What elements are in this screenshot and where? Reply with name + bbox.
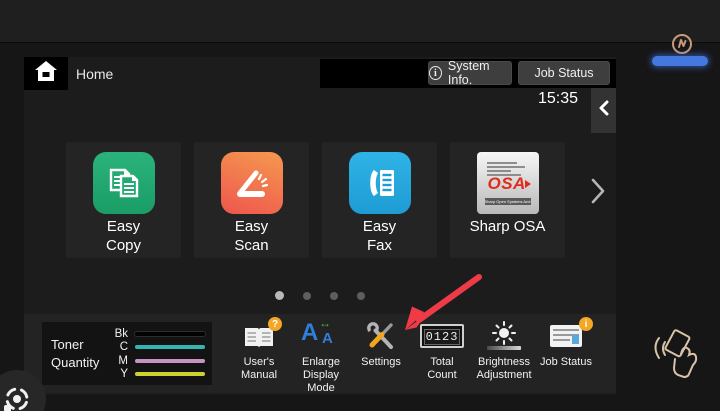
brightness-icon (487, 321, 521, 350)
enlarge-display-mode-label: Enlarge Display Mode (288, 356, 354, 396)
users-manual-label: User's Manual (226, 356, 292, 382)
home-button[interactable] (24, 57, 68, 90)
letter-a-large: A (301, 321, 318, 345)
clock: 15:35 (538, 90, 578, 108)
letter-a-small: A (322, 331, 333, 346)
total-count-button[interactable]: 0123 Total Count (409, 321, 475, 382)
page-dot-3[interactable] (330, 292, 338, 300)
toner-label-m: M (104, 355, 128, 367)
page-dot-1[interactable] (275, 291, 284, 300)
easy-fax-icon (349, 152, 411, 214)
system-info-button[interactable]: i System Info. (428, 61, 512, 85)
enlarge-display-mode-button[interactable]: A ↔ A Enlarge Display Mode (288, 321, 354, 396)
home-icon (34, 60, 58, 87)
toner-bar-cyan (135, 345, 205, 349)
job-status-toolbar-label: Job Status (533, 356, 599, 369)
brightness-adjustment-label: Brightness Adjustment (471, 356, 537, 382)
touchscreen-display: Home i System Info. Job Status 15:35 (24, 57, 616, 395)
total-count-icon: 0123 (420, 324, 465, 348)
easy-fax-label: Easy Fax (322, 218, 437, 256)
bottom-toolbar: Toner Quantity Bk C M Y (24, 314, 616, 393)
info-icon: i (429, 66, 442, 80)
tile-sharp-osa[interactable]: OSA Sharp Open Systems Architecture Shar… (450, 142, 565, 258)
settings-label: Settings (348, 356, 414, 369)
device-bezel-top (0, 0, 720, 43)
system-info-label: System Info. (448, 59, 511, 87)
tile-easy-copy[interactable]: Easy Copy (66, 142, 181, 258)
toner-row-magenta: M (104, 354, 205, 368)
toner-label-c: C (104, 341, 128, 353)
page-dot-4[interactable] (357, 292, 365, 300)
page-indicator (24, 291, 616, 300)
settings-icon (365, 321, 397, 356)
easy-copy-icon (93, 152, 155, 214)
tile-easy-fax[interactable]: Easy Fax (322, 142, 437, 258)
settings-button[interactable]: Settings (348, 321, 414, 369)
chevron-left-icon (599, 100, 609, 121)
easy-scan-label: Easy Scan (194, 218, 309, 256)
toner-quantity-title: Toner Quantity (51, 336, 99, 371)
toner-bar-black (135, 332, 205, 336)
question-badge-icon: ? (268, 317, 282, 331)
enlarge-display-icon: A ↔ A (301, 321, 341, 351)
next-page-button[interactable] (584, 175, 612, 211)
toner-label-y: Y (104, 368, 128, 380)
status-led (652, 56, 708, 66)
info-badge-icon: i (579, 317, 593, 331)
toner-row-cyan: C (104, 341, 205, 355)
toner-row-yellow: Y (104, 368, 205, 382)
brightness-adjustment-button[interactable]: Brightness Adjustment (471, 321, 537, 382)
total-count-label: Total Count (409, 356, 475, 382)
toner-row-black: Bk (104, 327, 205, 341)
job-status-header-button[interactable]: Job Status (518, 61, 610, 85)
chevron-right-icon (590, 177, 606, 210)
toner-bar-magenta (135, 359, 205, 363)
easy-copy-label: Easy Copy (66, 218, 181, 256)
osa-caption: Sharp Open Systems Architecture (485, 198, 531, 205)
tile-easy-scan[interactable]: Easy Scan (194, 142, 309, 258)
easy-scan-icon (221, 152, 283, 214)
nfc-touch-area-icon (653, 320, 705, 387)
sharp-osa-icon: OSA Sharp Open Systems Architecture (477, 152, 539, 214)
toner-bar-yellow (135, 372, 205, 376)
osa-caret-icon (525, 180, 531, 188)
users-manual-button[interactable]: ? User's Manual (226, 321, 292, 382)
toner-label-bk: Bk (104, 328, 128, 340)
counter-digits: 0123 (424, 329, 461, 345)
job-status-header-label: Job Status (534, 66, 593, 80)
page-title: Home (76, 66, 113, 82)
resize-arrow-icon: ↔ (319, 316, 331, 330)
page-dot-2[interactable] (303, 292, 311, 300)
collapse-panel-button[interactable] (591, 88, 616, 133)
brightness-gradient-bar (487, 346, 521, 350)
osa-wordmark: OSA (488, 174, 526, 194)
job-status-toolbar-button[interactable]: i Job Status (533, 321, 599, 369)
power-button[interactable] (671, 33, 693, 55)
toner-quantity-panel: Toner Quantity Bk C M Y (42, 322, 212, 385)
sharp-osa-label: Sharp OSA (450, 218, 565, 237)
job-status-icon (550, 325, 582, 347)
